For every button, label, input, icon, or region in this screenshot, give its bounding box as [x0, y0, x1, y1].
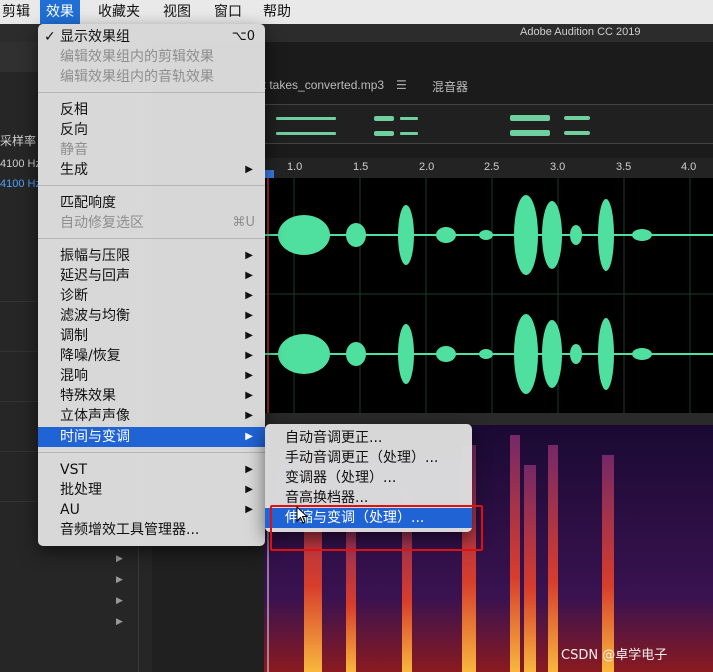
expand-arrow-icon[interactable]: ▶ [116, 617, 123, 627]
submenu-arrow-icon: ▶ [245, 350, 253, 361]
menu-item-pitch-bender[interactable]: 变调器（处理）... [265, 468, 472, 488]
menu-item-edit-track-effects: 编辑效果组内的音轨效果 [60, 69, 214, 85]
menu-edit[interactable]: 剪辑 [0, 0, 36, 24]
tab-audio-file[interactable]: it takes_converted.mp3 [260, 78, 384, 92]
ruler-tick-label: 1.0 [287, 161, 303, 173]
submenu-arrow-icon: ▶ [245, 290, 253, 301]
menu-item-show-effects-rack[interactable]: ✓ 显示效果组 ⌥0 [38, 27, 265, 47]
menu-bar: 剪辑 效果 收藏夹 视图 窗口 帮助 [0, 0, 713, 24]
ruler-tick-label: 2.0 [419, 161, 435, 173]
menu-separator [38, 92, 265, 93]
overview-waveform [276, 115, 590, 136]
menu-item-generate[interactable]: 生成 ▶ [38, 160, 265, 180]
submenu-arrow-icon: ▶ [245, 310, 253, 321]
menu-item-reverse[interactable]: 反向 [38, 120, 265, 140]
submenu-arrow-icon: ▶ [245, 370, 253, 381]
ruler-tick-label: 3.5 [616, 161, 632, 173]
submenu-arrow-icon: ▶ [245, 270, 253, 281]
menu-item-stereo-imagery[interactable]: 立体声声像 ▶ [38, 406, 265, 426]
submenu-arrow-icon: ▶ [245, 164, 253, 175]
checkmark-icon: ✓ [44, 29, 56, 45]
waveform-overview[interactable] [264, 104, 713, 144]
window-title: Adobe Audition CC 2019 [520, 26, 641, 38]
submenu-arrow-icon: ▶ [245, 431, 253, 442]
shortcut-text: ⌘U [232, 215, 255, 230]
menu-item-match-loudness[interactable]: 匹配响度 [38, 193, 265, 213]
menu-item-batch[interactable]: 批处理 ▶ [38, 480, 265, 500]
menu-item-auto-heal: 自动修复选区 ⌘U [60, 215, 255, 231]
menu-item-special-effects[interactable]: 特殊效果 ▶ [38, 386, 265, 406]
ruler-tick-label: 1.5 [353, 161, 369, 173]
menu-separator [38, 238, 265, 239]
menu-item-delay-echo[interactable]: 延迟与回声 ▶ [38, 266, 265, 286]
menu-item-vst[interactable]: VST ▶ [38, 460, 265, 480]
sample-rate-column-header: 采样率 [0, 134, 37, 148]
submenu-arrow-icon: ▶ [245, 250, 253, 261]
menu-item-reverb[interactable]: 混响 ▶ [38, 366, 265, 386]
menu-separator [38, 452, 265, 453]
menu-help[interactable]: 帮助 [257, 0, 297, 24]
stereo-waveform [264, 178, 713, 413]
menu-item-time-and-pitch[interactable]: 时间与变调 ▶ [38, 427, 265, 447]
expand-arrow-icon[interactable]: ▶ [116, 575, 123, 585]
menu-item-silence: 静音 [60, 142, 88, 158]
menu-item-noise-reduction[interactable]: 降噪/恢复 ▶ [38, 346, 265, 366]
ruler-tick-label: 3.0 [550, 161, 566, 173]
menu-item-au[interactable]: AU ▶ [38, 500, 265, 520]
playhead-handle[interactable] [264, 170, 274, 178]
submenu-arrow-icon: ▶ [245, 484, 253, 495]
submenu-arrow-icon: ▶ [245, 330, 253, 341]
file-sample-rate[interactable]: 4100 Hz [0, 158, 41, 170]
mouse-cursor-icon [296, 506, 308, 524]
menu-window[interactable]: 窗口 [208, 0, 248, 24]
submenu-arrow-icon: ▶ [245, 464, 253, 475]
file-sample-rate-selected[interactable]: 4100 Hz [0, 178, 41, 190]
submenu-arrow-icon: ▶ [245, 410, 253, 421]
menu-separator [38, 185, 265, 186]
menu-item-invert[interactable]: 反相 [38, 100, 265, 120]
watermark-text: CSDN @卓学电子 [561, 648, 668, 663]
menu-favorites[interactable]: 收藏夹 [92, 0, 146, 24]
ruler-tick-label: 2.5 [484, 161, 500, 173]
expand-arrow-icon[interactable]: ▶ [116, 596, 123, 606]
menu-item-edit-clip-effects: 编辑效果组内的剪辑效果 [60, 49, 214, 65]
menu-item-plugin-manager[interactable]: 音频增效工具管理器... [38, 520, 265, 540]
tab-mixer[interactable]: 混音器 [432, 78, 468, 95]
time-ruler[interactable]: 1.0 1.5 2.0 2.5 3.0 3.5 4.0 [264, 158, 713, 178]
menu-item-filter-eq[interactable]: 滤波与均衡 ▶ [38, 306, 265, 326]
menu-item-automatic-pitch-correction[interactable]: 自动音调更正... [265, 428, 472, 448]
menu-item-diagnostics[interactable]: 诊断 ▶ [38, 286, 265, 306]
menu-view[interactable]: 视图 [157, 0, 197, 24]
submenu-arrow-icon: ▶ [245, 390, 253, 401]
expand-arrow-icon[interactable]: ▶ [116, 554, 123, 564]
ruler-tick-label: 4.0 [681, 161, 697, 173]
menu-item-manual-pitch-correction[interactable]: 手动音调更正（处理）... [265, 448, 472, 468]
hamburger-icon[interactable]: ☰ [396, 78, 407, 92]
menu-effects[interactable]: 效果 [40, 0, 80, 24]
menu-item-modulation[interactable]: 调制 ▶ [38, 326, 265, 346]
effects-menu: ✓ 显示效果组 ⌥0 编辑效果组内的剪辑效果 编辑效果组内的音轨效果 反相 反向… [38, 24, 265, 546]
menu-item-amplitude-compression[interactable]: 振幅与压限 ▶ [38, 246, 265, 266]
submenu-arrow-icon: ▶ [245, 504, 253, 515]
shortcut-text: ⌥0 [231, 29, 255, 44]
waveform-display[interactable] [264, 178, 713, 413]
